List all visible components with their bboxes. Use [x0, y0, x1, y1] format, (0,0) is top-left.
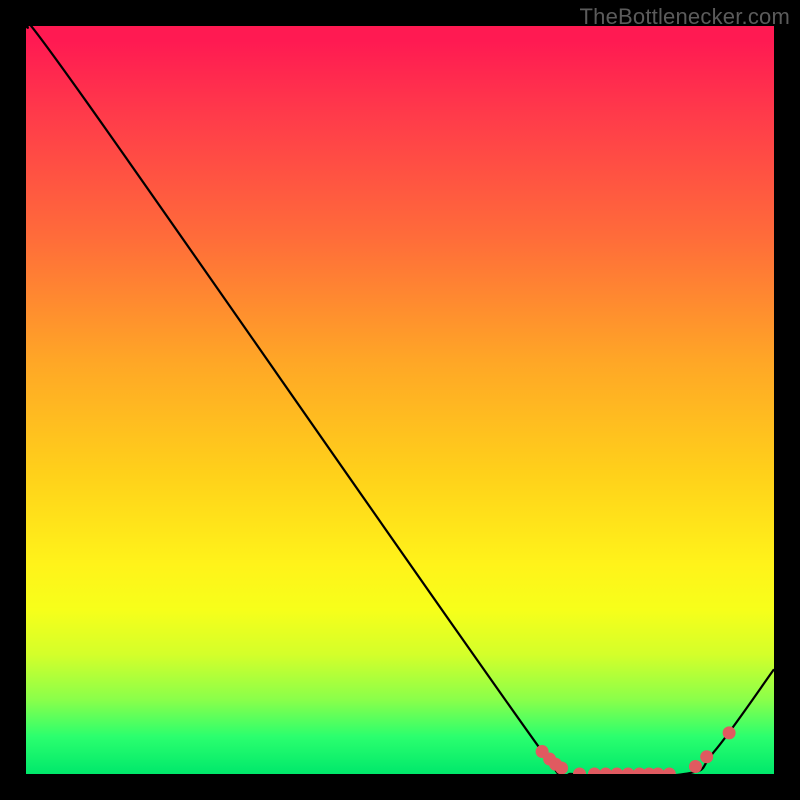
data-marker: [663, 768, 676, 775]
data-marker: [555, 762, 568, 774]
data-marker: [610, 768, 623, 775]
chart-frame: TheBottlenecker.com: [0, 0, 800, 800]
data-marker: [689, 760, 702, 773]
score-curve-line: [26, 26, 774, 774]
marker-group: [536, 726, 736, 774]
data-marker: [573, 768, 586, 775]
chart-overlay: [26, 26, 774, 774]
data-marker: [622, 768, 635, 775]
data-marker: [652, 768, 665, 775]
data-marker: [723, 726, 736, 739]
data-marker: [700, 750, 713, 763]
data-marker: [588, 768, 601, 775]
data-marker: [599, 768, 612, 775]
watermark-text: TheBottlenecker.com: [580, 4, 790, 30]
